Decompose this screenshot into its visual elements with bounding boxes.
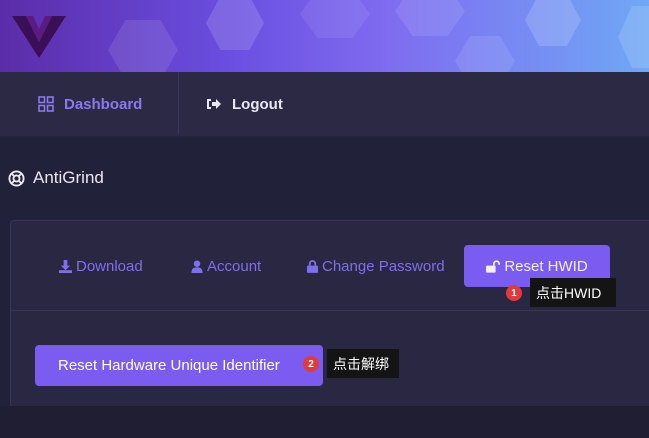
banner-hexagon — [618, 6, 649, 68]
tab-download[interactable]: Download — [59, 245, 143, 287]
footer-area — [0, 406, 649, 438]
download-icon — [59, 259, 72, 273]
tab-reset-hwid-label: Reset HWID — [504, 257, 588, 275]
reset-hwid-button-label: Reset Hardware Unique Identifier — [58, 357, 280, 374]
sign-out-icon — [207, 99, 221, 109]
banner-hexagon — [525, 0, 581, 46]
banner-hexagon — [395, 0, 465, 36]
tab-change-password-label: Change Password — [322, 257, 445, 275]
nav-divider — [178, 72, 179, 134]
user-icon — [191, 259, 203, 273]
lifebuoy-icon — [8, 169, 25, 187]
nav-dashboard[interactable]: Dashboard — [38, 72, 142, 136]
v-logo-icon[interactable] — [12, 10, 66, 60]
banner-hexagon — [455, 36, 515, 72]
page-title: AntiGrind — [8, 166, 104, 190]
page-title-text: AntiGrind — [33, 168, 104, 187]
tab-account-label: Account — [207, 257, 262, 275]
unlock-icon — [486, 259, 501, 273]
annotation-note: 点击HWID — [530, 278, 616, 307]
banner-hexagon — [108, 20, 178, 72]
reset-hwid-button[interactable]: Reset Hardware Unique Identifier — [35, 345, 323, 386]
header-banner — [0, 0, 649, 72]
tab-change-password[interactable]: Change Password — [307, 245, 445, 287]
hwid-card: Download Account Change Password Reset H… — [10, 220, 649, 408]
tab-download-label: Download — [76, 257, 143, 275]
grid-icon — [38, 96, 54, 112]
card-divider — [11, 310, 649, 311]
banner-hexagon — [206, 0, 264, 50]
nav-logout-label: Logout — [232, 95, 283, 113]
annotation-badge: 1 — [506, 285, 522, 301]
banner-hexagon — [300, 0, 370, 38]
nav-logout[interactable]: Logout — [206, 72, 283, 136]
top-navigation: Dashboard Logout — [0, 72, 649, 137]
tab-account[interactable]: Account — [191, 245, 261, 287]
lock-icon — [307, 259, 318, 273]
annotation-badge: 2 — [303, 356, 319, 372]
nav-dashboard-label: Dashboard — [64, 95, 143, 113]
annotation-note: 点击解绑 — [327, 349, 399, 378]
